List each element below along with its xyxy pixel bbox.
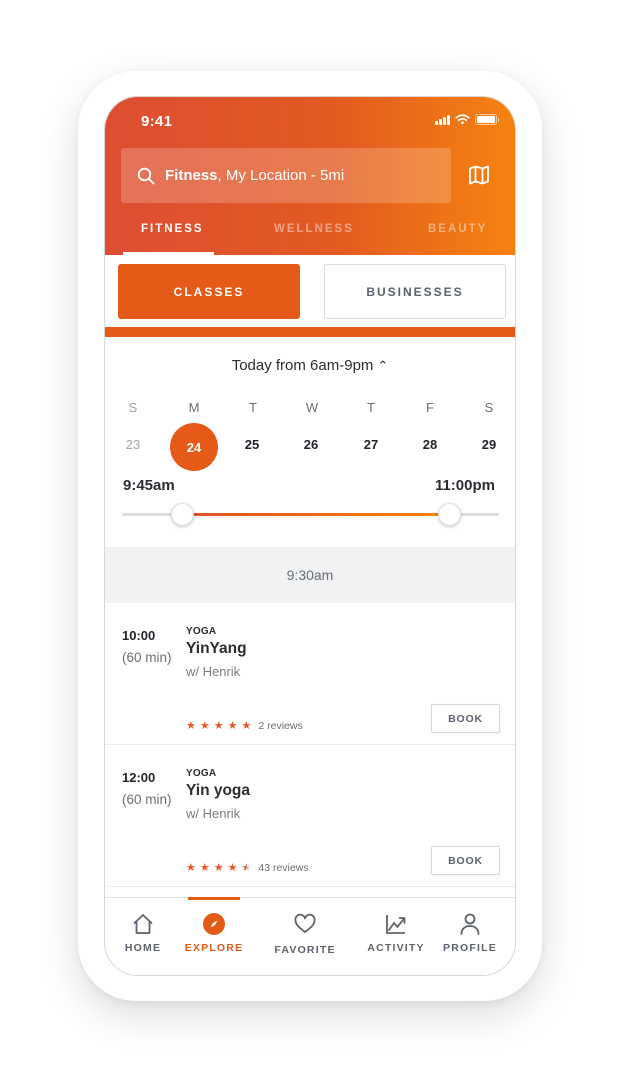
day-letter: S (484, 400, 494, 415)
search-category: Fitness (165, 167, 218, 184)
day-number[interactable]: 29 (474, 437, 504, 452)
nav-profile[interactable]: PROFILE (432, 912, 508, 954)
chevron-up-icon: ⌃ (377, 358, 389, 373)
status-icons (435, 114, 499, 125)
book-button[interactable]: BOOK (431, 846, 500, 875)
nav-favorite[interactable]: FAVORITE (267, 912, 343, 956)
class-name: YinYang (186, 640, 247, 657)
day-number[interactable]: 28 (415, 437, 445, 452)
range-start-label: 9:45am (123, 477, 175, 494)
nav-activity[interactable]: ACTIVITY (358, 912, 434, 954)
status-time: 9:41 (141, 113, 173, 130)
tab-fitness[interactable]: FITNESS (141, 223, 204, 235)
range-end-handle[interactable] (438, 503, 462, 526)
class-category: YOGA (186, 768, 217, 779)
home-icon (133, 914, 153, 934)
class-duration: (60 min) (122, 792, 172, 807)
nav-label: HOME (124, 942, 162, 954)
time-separator: 9:30am (105, 547, 515, 603)
battery-icon (475, 114, 499, 125)
star-icon: ★ (241, 719, 252, 732)
day-number-past: 23 (125, 437, 141, 452)
nav-label: PROFILE (443, 942, 497, 954)
cellular-signal-icon (435, 114, 450, 125)
wifi-icon (455, 114, 470, 125)
nav-home[interactable]: HOME (105, 912, 181, 954)
star-icon: ★ (186, 861, 196, 874)
day-letter: M (188, 400, 200, 415)
star-icon: ★ (227, 861, 238, 874)
class-category: YOGA (186, 626, 217, 637)
classes-toggle-button[interactable]: CLASSES (118, 264, 300, 319)
date-range-title: Today from 6am-9pm (231, 357, 374, 374)
day-letter: T (367, 400, 375, 415)
class-name: Yin yoga (186, 782, 251, 799)
class-list-item[interactable]: 10:00 (60 min) YOGA YinYang w/ Henrik ★ … (105, 603, 515, 745)
search-icon (137, 167, 155, 184)
class-instructor: w/ Henrik (186, 806, 241, 821)
day-letter: S (128, 400, 138, 415)
businesses-toggle-button[interactable]: BUSINESSES (324, 264, 506, 319)
date-range-toggle[interactable]: Today from 6am-9pm ⌃ (105, 357, 515, 374)
star-icon: ★ (199, 719, 210, 732)
day-number[interactable]: 27 (356, 437, 386, 452)
nav-label: ACTIVITY (367, 942, 425, 954)
book-button[interactable]: BOOK (431, 704, 500, 733)
day-letter: F (426, 400, 434, 415)
user-icon (460, 913, 480, 935)
day-number-selected[interactable]: 24 (170, 423, 218, 471)
star-icon: ★ (199, 861, 210, 874)
nav-explore[interactable]: EXPLORE (176, 912, 252, 954)
class-list-item[interactable]: 12:00 (60 min) YOGA Yin yoga w/ Henrik ★… (105, 745, 515, 887)
class-start-time: 12:00 (122, 770, 156, 785)
class-start-time: 10:00 (122, 628, 156, 643)
review-count[interactable]: 43 reviews (258, 862, 308, 874)
nav-label: EXPLORE (184, 942, 244, 954)
day-number[interactable]: 25 (237, 437, 267, 452)
chart-line-icon (386, 915, 406, 934)
rating-stars: ★ ★ ★ ★ ★ 2 reviews (186, 720, 303, 732)
map-icon[interactable] (467, 163, 491, 187)
app-screen: 9:41 Fitness, My Location - 5mi FITNESS … (104, 96, 516, 976)
day-letter: W (305, 400, 319, 415)
category-tabs: FITNESS WELLNESS BEAUTY (105, 221, 515, 255)
search-location: , My Location - 5mi (217, 167, 345, 184)
nav-label: FAVORITE (274, 944, 336, 956)
day-number[interactable]: 26 (296, 437, 326, 452)
time-range-fill (182, 513, 450, 516)
review-count[interactable]: 2 reviews (258, 720, 302, 732)
active-tab-underline (123, 252, 214, 255)
heart-icon (294, 913, 316, 933)
range-start-handle[interactable] (170, 503, 194, 526)
class-duration: (60 min) (122, 650, 172, 665)
star-half-icon: ★ (241, 861, 252, 874)
class-instructor: w/ Henrik (186, 664, 241, 679)
search-input[interactable]: Fitness, My Location - 5mi (121, 148, 451, 203)
accent-divider (105, 327, 515, 337)
star-icon: ★ (227, 719, 238, 732)
header: 9:41 Fitness, My Location - 5mi FITNESS … (105, 97, 515, 255)
star-icon: ★ (213, 861, 224, 874)
star-icon: ★ (213, 719, 224, 732)
range-end-label: 11:00pm (434, 477, 495, 494)
rating-stars: ★ ★ ★ ★ ★ 43 reviews (186, 862, 309, 874)
day-letter: T (249, 400, 257, 415)
tab-wellness[interactable]: WELLNESS (274, 223, 354, 235)
compass-icon (203, 913, 225, 935)
tab-beauty[interactable]: BEAUTY (428, 223, 487, 235)
bottom-navigation: HOME EXPLORE FAVORITE ACTIVITY PROFILE (105, 897, 515, 975)
active-nav-indicator (188, 897, 240, 900)
star-icon: ★ (186, 719, 196, 732)
